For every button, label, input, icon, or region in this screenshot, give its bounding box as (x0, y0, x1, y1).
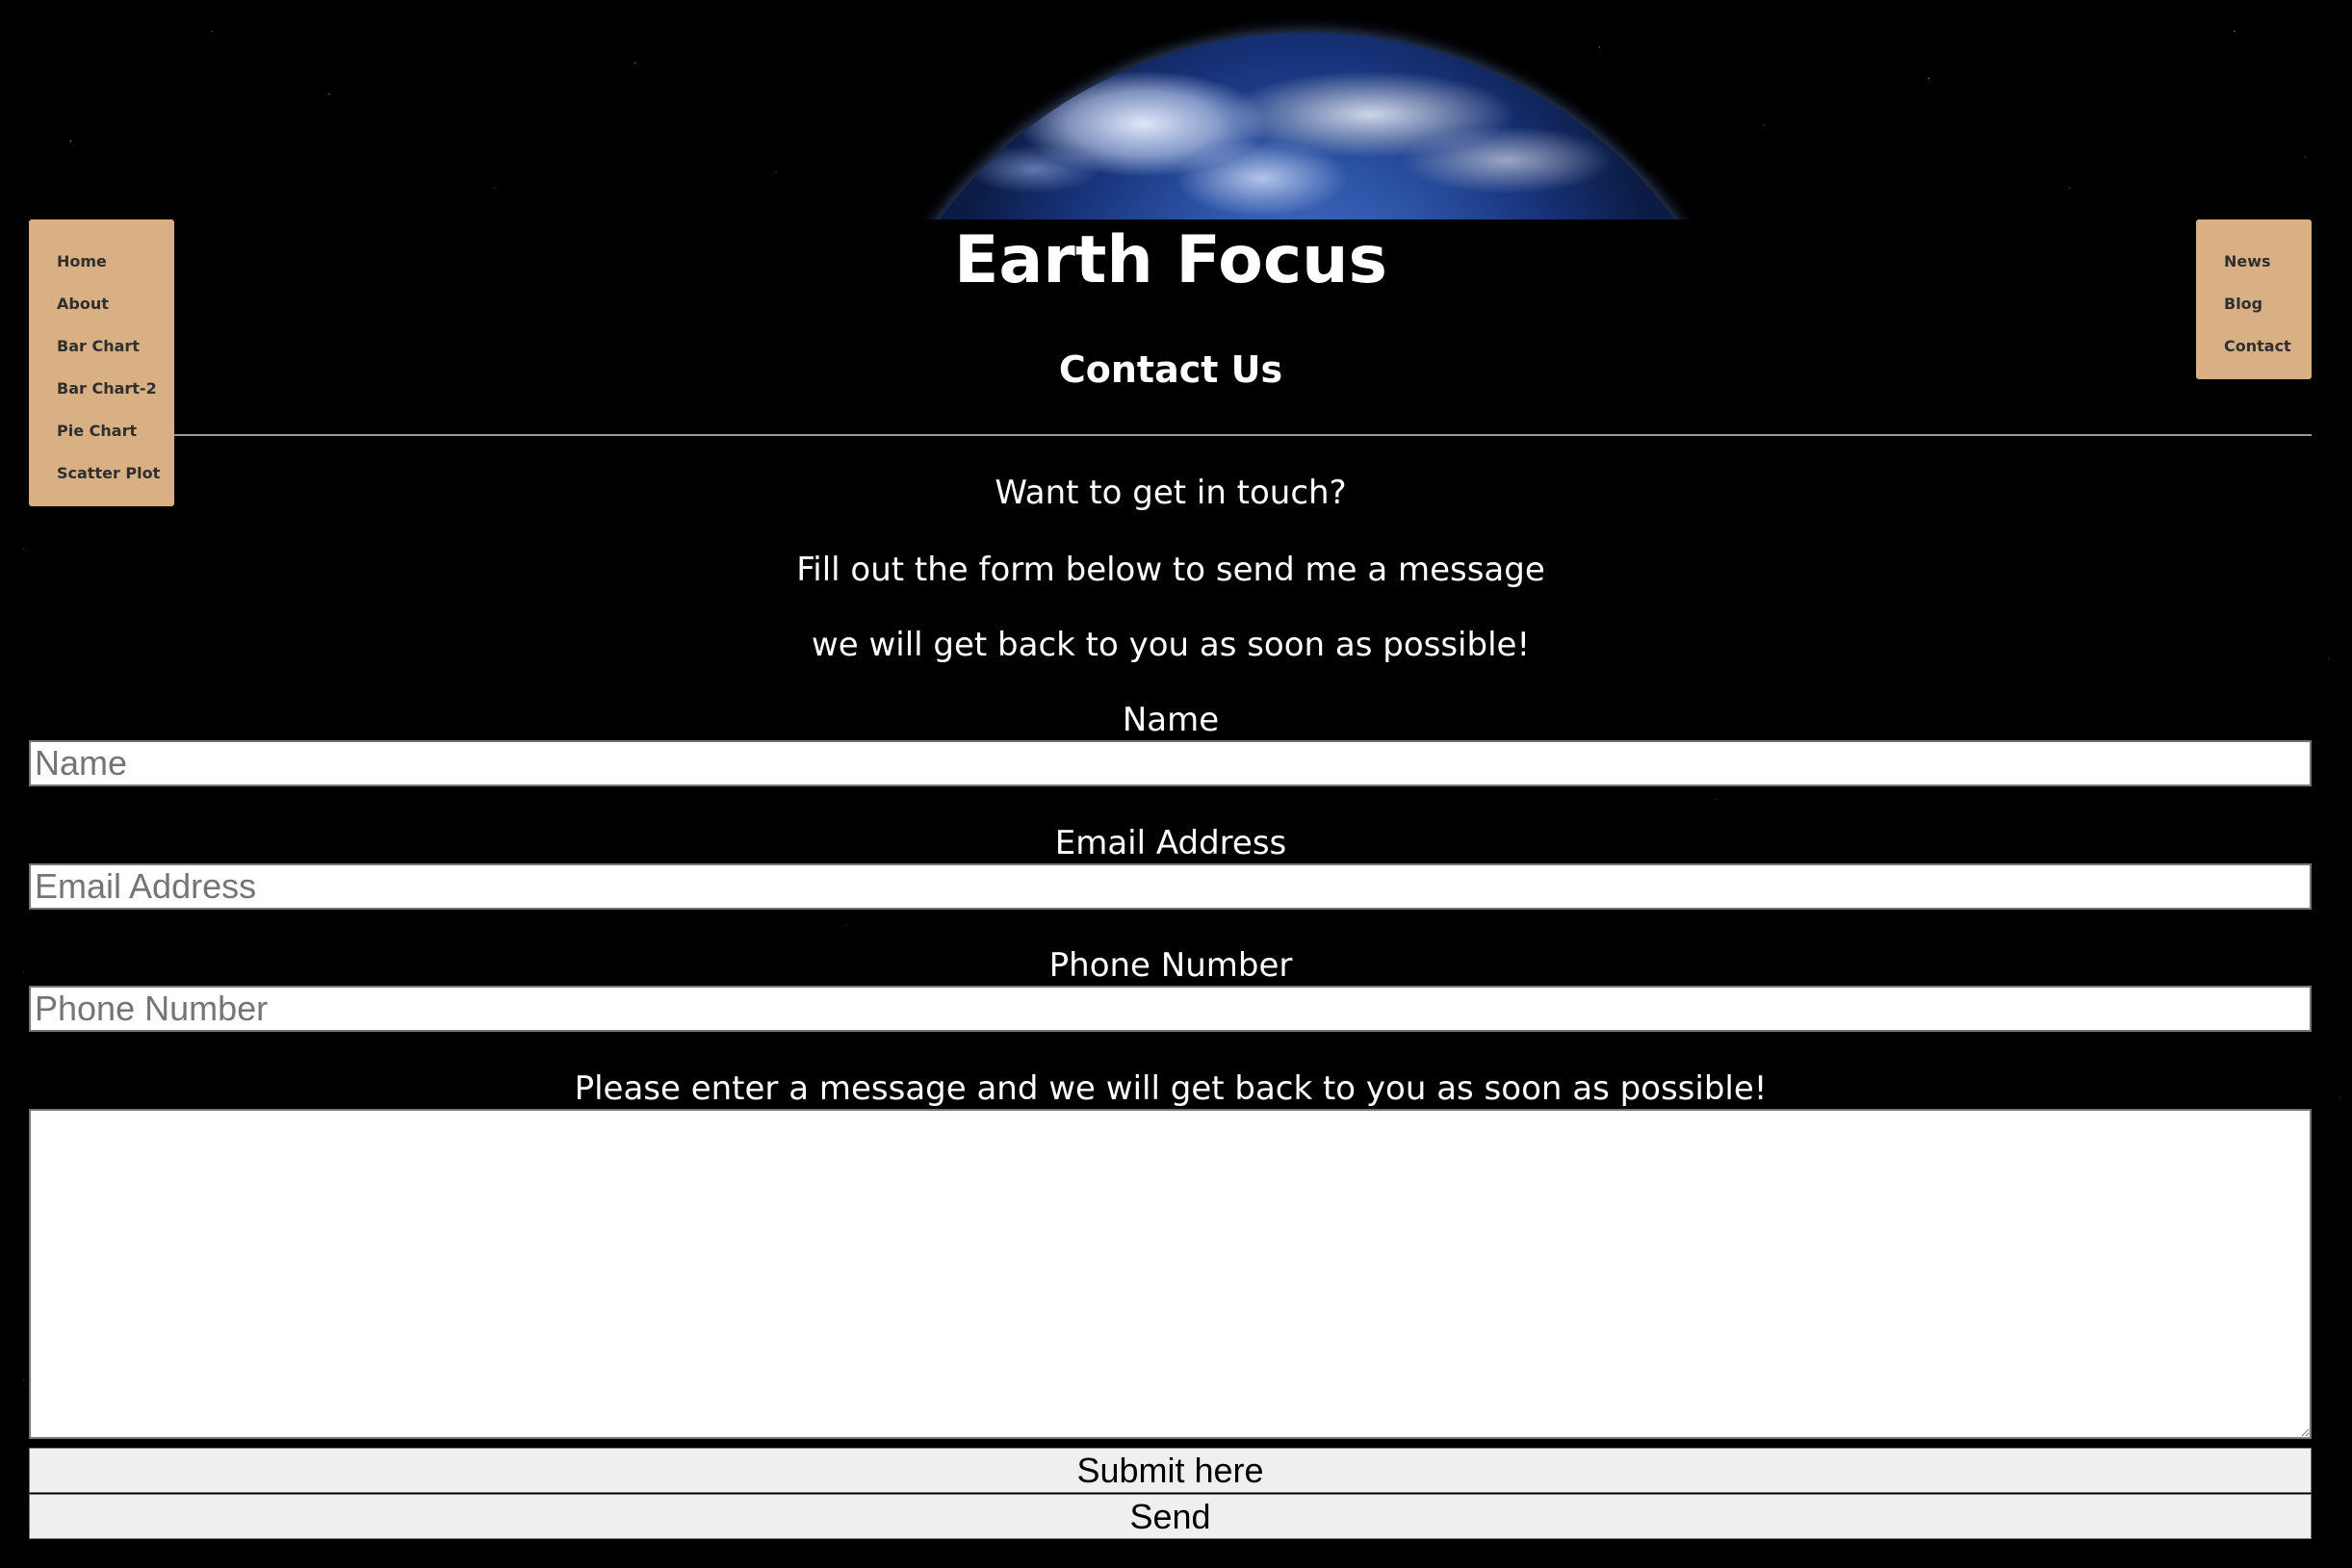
email-label: Email Address (1054, 824, 1287, 862)
intro-line-1: Want to get in touch? (995, 474, 1347, 512)
site-title: Earth Focus (953, 222, 1388, 298)
page: Home About Bar Chart Bar Chart-2 Pie Cha… (0, 0, 2352, 1568)
page-heading: Contact Us (1058, 348, 1283, 391)
email-input[interactable] (29, 863, 2312, 910)
earth-banner (852, 0, 1762, 219)
intro-line-3: we will get back to you as soon as possi… (811, 626, 1531, 664)
header-divider (174, 434, 2312, 436)
submit-button[interactable]: Submit here (29, 1448, 2312, 1493)
name-input[interactable] (29, 740, 2312, 786)
phone-input[interactable] (29, 986, 2312, 1032)
earth-image (852, 33, 1762, 219)
phone-label: Phone Number (1048, 946, 1293, 985)
message-textarea[interactable] (29, 1109, 2312, 1439)
send-button[interactable]: Send (29, 1494, 2312, 1539)
nav-item-pie-chart[interactable]: Pie Chart (57, 410, 174, 452)
intro-line-2: Fill out the form below to send me a mes… (796, 551, 1545, 589)
message-label: Please enter a message and we will get b… (574, 1069, 1768, 1108)
name-label: Name (1122, 701, 1220, 739)
